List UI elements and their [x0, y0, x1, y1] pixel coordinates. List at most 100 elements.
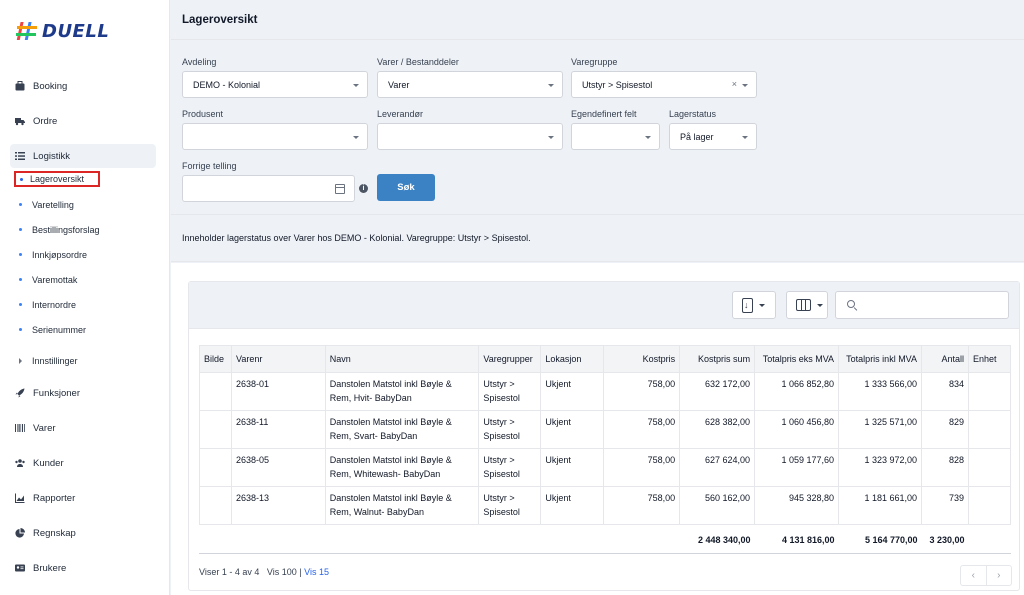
sidebar: DUELL Booking Ordre Logistikk Lagerovers…: [0, 0, 170, 595]
totals-row: 2 448 340,00 4 131 816,00 5 164 770,00 3…: [200, 525, 1011, 553]
search-button[interactable]: Søk: [377, 174, 435, 201]
egendefinert-label: Egendefinert felt: [571, 109, 637, 119]
cell-antall: 829: [921, 410, 969, 449]
sidebar-item-regnskap[interactable]: Regnskap: [10, 521, 156, 545]
forrige-telling-label: Forrige telling: [182, 161, 237, 171]
cell-enhet: [967, 410, 1012, 449]
sidebar-item-logistikk[interactable]: Logistikk: [10, 144, 156, 168]
prev-page-button[interactable]: ‹: [961, 566, 987, 585]
col-totalpris-eks[interactable]: Totalpris eks MVA: [754, 345, 840, 373]
subitem-label: Varemottak: [32, 274, 78, 285]
cell-varenr: 2638-11: [230, 410, 326, 449]
navn-line: Rem, Walnut- BabyDan: [329, 507, 424, 517]
vis-15-link[interactable]: Vis 15: [304, 567, 329, 577]
cell-kostpris: 758,00: [603, 486, 681, 525]
sidebar-item-rapporter[interactable]: Rapporter: [10, 486, 156, 510]
cell-varenr: 2638-01: [230, 372, 326, 411]
col-varegrupper[interactable]: Varegrupper: [478, 345, 542, 373]
subitem-label: Innkjøpsordre: [32, 249, 88, 260]
calendar-icon[interactable]: [335, 184, 345, 194]
cell-lokasjon: Ukjent: [540, 486, 605, 525]
col-totalpris-inkl[interactable]: Totalpris inkl MVA: [838, 345, 923, 373]
sidebar-subitem-innstillinger[interactable]: Innstillinger: [10, 348, 156, 373]
logistikk-submenu: Lageroversikt Varetelling Bestillingsfor…: [10, 171, 156, 373]
gruppe-line: Spisestol: [483, 431, 520, 441]
cell-kostpris: 758,00: [603, 372, 681, 411]
chevron-down-icon: [759, 303, 765, 307]
sidebar-subitem-lageroversikt[interactable]: Lageroversikt: [14, 171, 100, 187]
total-inkl-mva: 5 164 770,00: [864, 534, 918, 545]
table-search-input[interactable]: [835, 291, 1009, 319]
sidebar-item-kunder[interactable]: Kunder: [10, 451, 156, 475]
sidebar-item-booking[interactable]: Booking: [10, 74, 156, 98]
table-toolbar: [189, 282, 1019, 329]
next-page-button[interactable]: ›: [987, 566, 1012, 585]
cell-kostpris-sum: 632 172,00: [679, 372, 756, 411]
pagination: ‹ ›: [960, 565, 1012, 586]
sidebar-item-varer[interactable]: Varer: [10, 416, 156, 440]
chevron-down-icon: [742, 84, 748, 87]
col-kostpris-sum[interactable]: Kostpris sum: [679, 345, 756, 373]
lagerstatus-label: Lagerstatus: [669, 109, 717, 119]
cell-lokasjon: Ukjent: [540, 410, 605, 449]
varer-value: Varer: [388, 79, 410, 90]
avdeling-select[interactable]: DEMO - Kolonial: [182, 71, 368, 98]
cell-antall: 739: [921, 486, 969, 525]
table-row[interactable]: 2638-05 Danstolen Matstol inkl Bøyle & Re…: [199, 448, 1012, 487]
info-icon[interactable]: i: [359, 184, 368, 193]
subitem-label: Innstillinger: [32, 355, 78, 366]
sidebar-item-brukere[interactable]: Brukere: [10, 556, 156, 580]
bullet-icon: [19, 203, 22, 206]
cell-eks-mva: 1 066 852,80: [754, 372, 840, 411]
forrige-telling-input[interactable]: [182, 175, 355, 202]
navn-line: Danstolen Matstol inkl Bøyle &: [329, 455, 452, 465]
sidebar-subitem-internordre[interactable]: Internordre: [10, 292, 156, 317]
col-antall[interactable]: Antall: [921, 345, 969, 373]
sidebar-subitem-innkjopsordre[interactable]: Innkjøpsordre: [10, 242, 156, 267]
cell-antall: 834: [921, 372, 969, 411]
navn-line: Danstolen Matstol inkl Bøyle &: [329, 379, 452, 389]
export-button[interactable]: [732, 291, 776, 319]
varer-select[interactable]: Varer: [377, 71, 563, 98]
list-icon: [15, 152, 25, 160]
sidebar-item-funksjoner[interactable]: Funksjoner: [10, 381, 156, 405]
cell-inkl-mva: 1 323 972,00: [838, 448, 923, 487]
sidebar-subitem-varemottak[interactable]: Varemottak: [10, 267, 156, 292]
sidebar-subitem-serienummer[interactable]: Serienummer: [10, 317, 156, 342]
leverandor-label: Leverandør: [377, 109, 424, 119]
egendefinert-select[interactable]: [571, 123, 660, 150]
logo[interactable]: DUELL: [16, 20, 109, 42]
pie-chart-icon: [15, 528, 25, 538]
sidebar-subitem-varetelling[interactable]: Varetelling: [10, 192, 156, 217]
col-varenr[interactable]: Varenr: [230, 345, 326, 373]
produsent-select[interactable]: [182, 123, 368, 150]
columns-button[interactable]: [786, 291, 828, 319]
table-row[interactable]: 2638-01 Danstolen Matstol inkl Bøyle & Re…: [199, 372, 1012, 411]
sidebar-item-label: Ordre: [33, 115, 58, 127]
table-row[interactable]: 2638-13 Danstolen Matstol inkl Bøyle & Re…: [199, 486, 1012, 525]
cell-navn: Danstolen Matstol inkl Bøyle & Rem, White…: [324, 448, 480, 487]
lagerstatus-select[interactable]: På lager: [669, 123, 757, 150]
varegruppe-label: Varegruppe: [571, 57, 618, 67]
table-row[interactable]: 2638-11 Danstolen Matstol inkl Bøyle & Re…: [199, 410, 1012, 449]
varegruppe-select[interactable]: Utstyr > Spisestol ×: [571, 71, 757, 98]
sidebar-item-ordre[interactable]: Ordre: [10, 109, 156, 133]
vis-100-link[interactable]: Vis 100: [267, 567, 297, 577]
varegruppe-value: Utstyr > Spisestol: [582, 79, 653, 90]
cell-navn: Danstolen Matstol inkl Bøyle & Rem, Svart…: [324, 410, 480, 449]
rocket-icon: [15, 388, 25, 398]
col-navn[interactable]: Navn: [324, 345, 480, 373]
leverandor-select[interactable]: [377, 123, 563, 150]
clear-icon[interactable]: ×: [732, 79, 737, 89]
sidebar-subitem-bestillingsforslag[interactable]: Bestillingsforslag: [10, 217, 156, 242]
cell-kostpris: 758,00: [603, 410, 681, 449]
produsent-label: Produsent: [182, 109, 224, 119]
col-lokasjon[interactable]: Lokasjon: [540, 345, 605, 373]
col-enhet[interactable]: Enhet: [967, 345, 1012, 373]
col-bilde[interactable]: Bilde: [199, 345, 232, 373]
gruppe-line: Utstyr >: [483, 417, 515, 427]
cell-navn: Danstolen Matstol inkl Bøyle & Rem, Hvit-…: [324, 372, 480, 411]
sidebar-item-label: Logistikk: [33, 150, 70, 162]
col-kostpris[interactable]: Kostpris: [603, 345, 681, 373]
chevron-down-icon: [817, 303, 823, 307]
